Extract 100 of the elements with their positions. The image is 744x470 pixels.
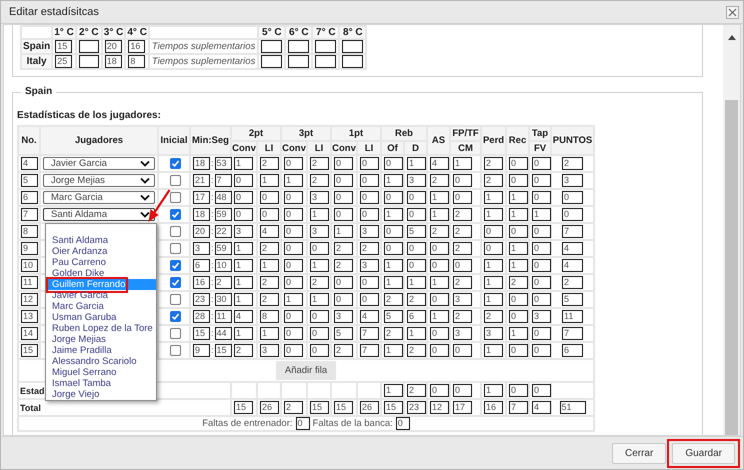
stat-input[interactable]: 0 bbox=[509, 384, 528, 397]
dropdown-option[interactable]: Jorge Viejo bbox=[46, 389, 156, 400]
number-input[interactable]: 12 bbox=[21, 293, 38, 306]
stat-input[interactable]: 2 bbox=[509, 276, 528, 289]
stat-input[interactable]: 0 bbox=[509, 157, 528, 170]
stat-input[interactable]: 0 bbox=[334, 157, 353, 170]
score-input[interactable]: 20 bbox=[104, 40, 122, 53]
stat-input[interactable]: 1 bbox=[484, 191, 504, 204]
stat-input[interactable]: 2 bbox=[407, 344, 426, 357]
stat-input[interactable]: 2 bbox=[407, 384, 426, 397]
stat-input[interactable]: 3 bbox=[334, 310, 353, 323]
stat-input[interactable]: 6 bbox=[562, 344, 584, 357]
stat-input[interactable]: 2 bbox=[562, 276, 584, 289]
stat-input[interactable]: 0 bbox=[284, 276, 303, 289]
stat-input[interactable]: 1 bbox=[407, 327, 426, 340]
stat-input[interactable]: 1 bbox=[384, 276, 403, 289]
seconds-input[interactable]: 48 bbox=[214, 191, 232, 204]
score-input[interactable] bbox=[342, 40, 364, 53]
stat-input[interactable]: 0 bbox=[430, 259, 450, 272]
total-input[interactable]: 7 bbox=[509, 401, 528, 414]
stat-input[interactable]: 5 bbox=[384, 310, 403, 323]
stat-input[interactable]: 0 bbox=[430, 327, 450, 340]
stat-input[interactable]: 0 bbox=[234, 191, 253, 204]
seconds-input[interactable]: 59 bbox=[214, 208, 232, 221]
starter-checkbox[interactable] bbox=[170, 243, 180, 254]
score-input[interactable] bbox=[288, 40, 310, 53]
stat-input[interactable]: 2 bbox=[453, 225, 472, 238]
stat-input[interactable]: 0 bbox=[284, 344, 303, 357]
seconds-input[interactable]: 11 bbox=[214, 310, 232, 323]
stat-input[interactable]: 0 bbox=[453, 191, 472, 204]
stat-input[interactable]: 2 bbox=[384, 293, 403, 306]
stat-input[interactable]: 3 bbox=[407, 174, 426, 187]
stat-input[interactable]: 1 bbox=[234, 242, 253, 255]
stat-input[interactable]: 0 bbox=[310, 242, 329, 255]
score-input[interactable] bbox=[261, 55, 282, 68]
stat-input[interactable]: 0 bbox=[284, 208, 303, 221]
total-input[interactable]: 12 bbox=[430, 401, 450, 414]
score-input[interactable]: 18 bbox=[104, 55, 122, 68]
total-input[interactable]: 26 bbox=[260, 401, 279, 414]
total-input[interactable]: 15 bbox=[310, 401, 329, 414]
stat-input[interactable]: 2 bbox=[260, 157, 279, 170]
number-input[interactable]: 10 bbox=[21, 259, 38, 272]
stat-input[interactable]: 0 bbox=[484, 225, 504, 238]
minutes-input[interactable]: 16 bbox=[193, 276, 210, 289]
stat-input[interactable]: 4 bbox=[234, 310, 253, 323]
stat-input[interactable]: 5 bbox=[407, 225, 426, 238]
total-input[interactable]: 15 bbox=[384, 401, 403, 414]
stat-input[interactable]: 0 bbox=[334, 276, 353, 289]
stat-input[interactable]: 1 bbox=[384, 384, 403, 397]
seconds-input[interactable]: 59 bbox=[214, 242, 232, 255]
starter-checkbox[interactable] bbox=[170, 311, 180, 322]
stat-input[interactable]: 0 bbox=[334, 174, 353, 187]
stat-input[interactable]: 0 bbox=[384, 225, 403, 238]
stat-input[interactable]: 0 bbox=[430, 242, 450, 255]
seconds-input[interactable]: 22 bbox=[214, 225, 232, 238]
stat-input[interactable]: 0 bbox=[284, 191, 303, 204]
stat-input[interactable]: 1 bbox=[430, 310, 450, 323]
stat-input[interactable]: 0 bbox=[234, 208, 253, 221]
stat-input[interactable]: 0 bbox=[532, 327, 552, 340]
stat-input[interactable]: 0 bbox=[532, 174, 552, 187]
stat-input[interactable]: 0 bbox=[334, 293, 353, 306]
stat-input[interactable]: 0 bbox=[384, 157, 403, 170]
total-input[interactable]: 26 bbox=[360, 401, 379, 414]
stat-input[interactable]: 7 bbox=[562, 225, 584, 238]
stat-input[interactable]: 8 bbox=[260, 310, 279, 323]
minutes-input[interactable]: 18 bbox=[193, 208, 210, 221]
stat-input[interactable]: 0 bbox=[453, 384, 472, 397]
stat-input[interactable]: 2 bbox=[484, 157, 504, 170]
bench-fouls-input[interactable]: 0 bbox=[396, 417, 410, 430]
starter-checkbox[interactable] bbox=[170, 226, 180, 237]
seconds-input[interactable]: 44 bbox=[214, 327, 232, 340]
stat-input[interactable]: 3 bbox=[234, 225, 253, 238]
stat-input[interactable]: 1 bbox=[310, 293, 329, 306]
scroll-up-icon[interactable] bbox=[728, 35, 736, 40]
total-input[interactable]: 16 bbox=[484, 401, 504, 414]
stat-input[interactable]: 1 bbox=[430, 191, 450, 204]
stat-input[interactable]: 2 bbox=[360, 242, 379, 255]
stat-input[interactable]: 0 bbox=[430, 344, 450, 357]
score-input[interactable] bbox=[78, 55, 99, 68]
dropdown-option[interactable]: Alessandro Scariolo bbox=[46, 356, 156, 367]
starter-checkbox[interactable] bbox=[170, 260, 180, 271]
stat-input[interactable]: 2 bbox=[260, 276, 279, 289]
stat-input[interactable]: 0 bbox=[407, 259, 426, 272]
stat-input[interactable]: 1 bbox=[509, 259, 528, 272]
stat-input[interactable]: 0 bbox=[334, 208, 353, 221]
dropdown-option[interactable]: Jorge Mejias bbox=[46, 334, 156, 345]
starter-checkbox[interactable] bbox=[170, 192, 180, 203]
stat-input[interactable]: 0 bbox=[284, 310, 303, 323]
stat-input[interactable]: 0 bbox=[284, 157, 303, 170]
number-input[interactable]: 6 bbox=[21, 191, 38, 204]
seconds-input[interactable]: 10 bbox=[214, 259, 232, 272]
total-input[interactable]: 15 bbox=[334, 401, 353, 414]
stat-input[interactable]: 0 bbox=[407, 208, 426, 221]
score-input[interactable]: 15 bbox=[55, 40, 72, 53]
player-select[interactable]: Jorge Mejias bbox=[43, 174, 155, 187]
stat-input[interactable]: 0 bbox=[453, 259, 472, 272]
minutes-input[interactable]: 17 bbox=[193, 191, 210, 204]
stat-input[interactable]: 0 bbox=[260, 191, 279, 204]
starter-checkbox[interactable] bbox=[170, 277, 180, 288]
stat-input[interactable]: 6 bbox=[407, 310, 426, 323]
